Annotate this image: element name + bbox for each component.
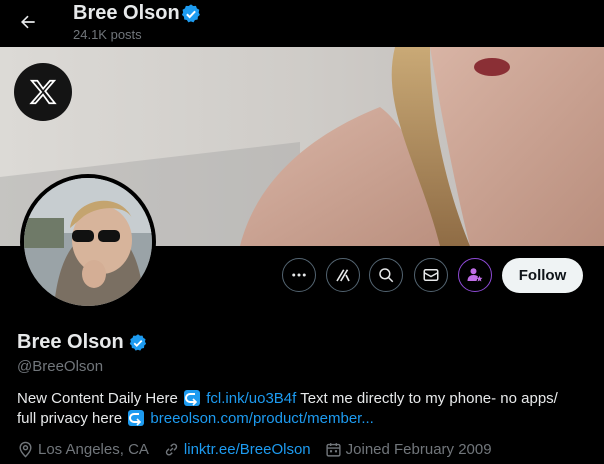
message-button[interactable] (414, 258, 448, 292)
subscribe-person-star-icon (467, 268, 483, 282)
subscribe-button[interactable] (458, 258, 492, 292)
header-title: Bree Olson (73, 2, 180, 24)
bio-text: full privacy here (17, 410, 123, 427)
location-text: Los Angeles, CA (38, 441, 149, 458)
back-button[interactable] (12, 6, 44, 38)
location-pin-icon (19, 441, 32, 458)
header-post-count: 24.1K posts (73, 27, 142, 42)
search-button[interactable] (369, 258, 403, 292)
website-item: linktr.ee/BreeOlson (163, 441, 311, 458)
bio-text: New Content Daily Here (17, 390, 178, 407)
profile-bio: New Content Daily Here fcl.ink/uo3B4f Te… (17, 389, 592, 429)
joined-text: Joined February 2009 (345, 441, 492, 458)
grok-icon (336, 269, 350, 282)
link-icon (165, 443, 178, 456)
profile-header-bar: Bree Olson 24.1K posts (0, 0, 604, 47)
x-logo-badge (14, 63, 72, 121)
joined-item: Joined February 2009 (325, 441, 492, 458)
bio-link-website[interactable]: breeolson.com/product/member... (150, 410, 373, 427)
profile-meta: Los Angeles, CA linktr.ee/BreeOlson Join… (17, 441, 506, 458)
arrow-left-icon (21, 15, 35, 29)
verified-badge-icon (129, 334, 147, 351)
follow-button[interactable]: Follow (502, 258, 583, 293)
bio-link-fcl[interactable]: fcl.ink/uo3B4f (206, 390, 296, 407)
profile-handle: @BreeOlson (17, 358, 104, 375)
more-dots-icon (292, 273, 306, 277)
location-item: Los Angeles, CA (17, 441, 149, 458)
x-logo-icon (29, 79, 57, 105)
more-options-button[interactable] (282, 258, 316, 292)
grok-button[interactable] (326, 258, 360, 292)
avatar-photo (24, 178, 152, 306)
profile-name: Bree Olson (17, 331, 124, 353)
bio-text: Text me directly to my phone- no apps/ (300, 390, 558, 407)
envelope-icon (423, 269, 439, 281)
verified-badge-icon (181, 4, 200, 23)
link-emoji-icon (128, 410, 145, 426)
website-link[interactable]: linktr.ee/BreeOlson (184, 441, 311, 458)
avatar[interactable] (20, 174, 156, 310)
calendar-icon (326, 443, 341, 457)
link-emoji-icon (184, 390, 201, 406)
search-icon (379, 268, 394, 283)
